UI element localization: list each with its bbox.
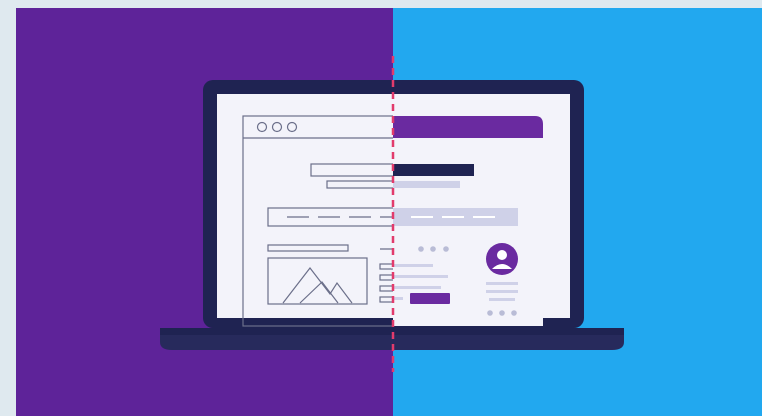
- user-avatar-icon: [486, 243, 518, 275]
- illustration-svg: [0, 0, 762, 416]
- profile-text-lines: [486, 282, 518, 301]
- illustration: [0, 0, 762, 416]
- design-dots: [418, 246, 449, 252]
- profile-dots: [487, 310, 517, 316]
- design-button: [410, 293, 450, 304]
